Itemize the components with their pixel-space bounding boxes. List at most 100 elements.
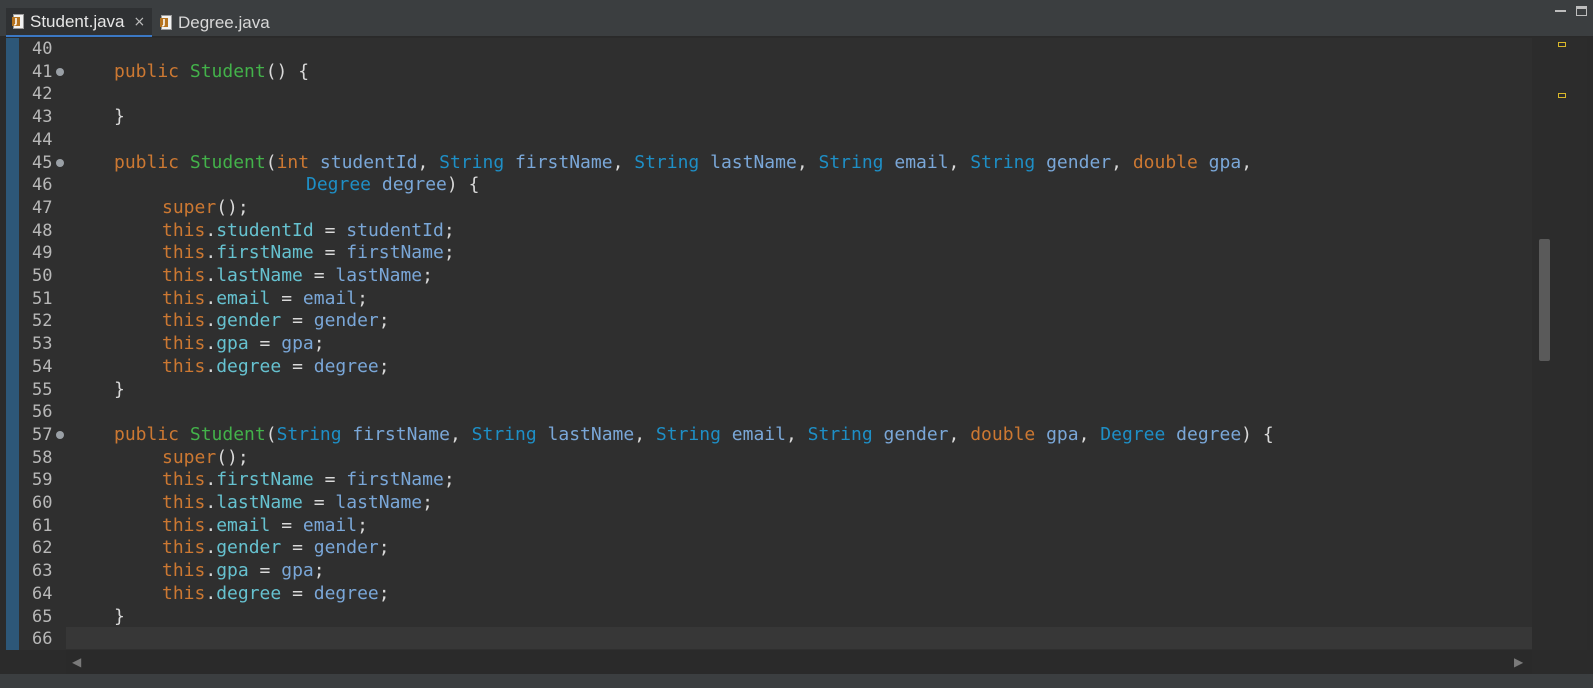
code-token: firstName [346, 469, 444, 491]
code-token: this [162, 355, 206, 377]
code-line[interactable]: 42 [19, 83, 1531, 105]
fold-toggle-icon[interactable] [56, 430, 64, 439]
code-token: this [162, 560, 206, 582]
code-content: } [114, 379, 125, 401]
tab-label: Student.java [30, 11, 125, 31]
code-line[interactable]: 62 this.gender = gender; [19, 537, 1531, 559]
code-line[interactable]: 55} [19, 379, 1531, 401]
code-token: lastName [216, 265, 303, 286]
maximize-icon[interactable] [1576, 6, 1587, 16]
code-line[interactable]: 46 Degree degree) { [19, 174, 1531, 196]
code-token: Student [189, 60, 266, 82]
code-token: studentId [346, 219, 444, 241]
occurrence-marker[interactable] [1558, 42, 1566, 47]
code-token: , [1241, 151, 1253, 173]
scroll-right-icon[interactable]: ▶ [1514, 655, 1523, 669]
code-line[interactable]: 50 this.lastName = lastName; [19, 265, 1531, 287]
code-content: this.lastName = lastName; [162, 492, 433, 514]
code-line[interactable]: 56 [19, 401, 1531, 423]
code-line[interactable]: 43} [19, 106, 1531, 128]
code-line[interactable]: 48 this.studentId = studentId; [19, 220, 1531, 242]
code-token: String [634, 151, 711, 173]
code-token: public [114, 423, 190, 445]
code-token: = [302, 492, 336, 513]
tab-degree-java[interactable]: J Degree.java [154, 8, 274, 37]
code-content: } [114, 606, 125, 628]
code-token: ) { [446, 174, 480, 196]
code-token: , [796, 151, 819, 173]
code-token: this [162, 242, 206, 264]
code-line[interactable]: 40 [19, 38, 1531, 60]
code-token: , [948, 423, 971, 445]
code-token: String [970, 151, 1047, 173]
code-line[interactable]: 47 super(); [19, 197, 1531, 219]
code-token: = [281, 537, 314, 559]
code-token: gpa [281, 333, 314, 355]
tab-student-java[interactable]: J Student.java × [6, 8, 152, 37]
code-token: String [439, 151, 516, 173]
code-line[interactable]: 66 [19, 628, 1531, 650]
code-token: Student [189, 423, 266, 445]
code-token: ; [422, 492, 433, 513]
code-token: ; [443, 242, 455, 264]
code-token: String [655, 423, 732, 445]
occurrence-marker[interactable] [1558, 93, 1566, 98]
code-token: Degree [306, 174, 382, 196]
code-line[interactable]: 41 public Student() { [19, 61, 1531, 83]
code-token: (); [216, 196, 249, 218]
vertical-scroll-thumb[interactable] [1539, 239, 1550, 361]
tab-label: Degree.java [178, 12, 270, 32]
code-line[interactable]: 59 this.firstName = firstName; [19, 469, 1531, 491]
code-line[interactable]: 51 this.email = email; [19, 288, 1531, 310]
horizontal-scrollbar[interactable] [66, 650, 1532, 674]
code-token: ) { [1241, 423, 1274, 445]
code-line[interactable]: 45 public Student(int studentId, String f… [19, 152, 1531, 174]
scroll-left-icon[interactable]: ◀ [72, 655, 81, 669]
line-number: 43 [32, 107, 53, 128]
code-token: gpa [1046, 423, 1079, 445]
code-token: . [205, 219, 217, 241]
code-line[interactable]: 61 this.email = email; [19, 515, 1531, 537]
code-content: this.gpa = gpa; [162, 333, 325, 355]
fold-toggle-icon[interactable] [56, 158, 64, 167]
code-token: . [205, 287, 217, 309]
code-token: degree [216, 582, 282, 604]
code-token: ; [443, 469, 455, 491]
code-line[interactable]: 54 this.degree = degree; [19, 356, 1531, 378]
code-content: Degree degree) { [306, 174, 479, 196]
code-content: this.degree = degree; [162, 356, 390, 378]
code-line[interactable]: 58 super(); [19, 447, 1531, 469]
code-content: } [114, 106, 125, 128]
minimize-icon[interactable] [1555, 6, 1566, 12]
code-line[interactable]: 44 [19, 129, 1531, 151]
code-token: . [205, 492, 217, 513]
code-line[interactable]: 49 this.firstName = firstName; [19, 242, 1531, 264]
code-token: gender [313, 310, 379, 332]
fold-toggle-icon[interactable] [56, 67, 64, 76]
code-token: = [281, 355, 314, 377]
code-token: . [205, 265, 217, 286]
code-line[interactable]: 53 this.gpa = gpa; [19, 333, 1531, 355]
code-line[interactable]: 52 this.gender = gender; [19, 310, 1531, 332]
close-icon[interactable]: × [134, 14, 146, 30]
code-token: email [302, 514, 358, 536]
code-token: studentId [319, 151, 418, 173]
code-token: ( [265, 423, 277, 445]
code-line[interactable]: 63 this.gpa = gpa; [19, 560, 1531, 582]
code-token: String [818, 151, 895, 173]
line-number: 58 [32, 447, 53, 468]
code-token: , [417, 151, 440, 173]
code-line[interactable]: 64 this.degree = degree; [19, 583, 1531, 605]
line-number: 51 [32, 288, 53, 309]
code-token: firstName [352, 423, 450, 445]
code-token: = [313, 469, 347, 491]
line-number: 54 [32, 356, 53, 377]
code-line[interactable]: 57 public Student(String firstName, Strin… [19, 424, 1531, 446]
code-line[interactable]: 65} [19, 606, 1531, 628]
code-token: . [205, 514, 217, 536]
line-number: 61 [32, 515, 53, 536]
code-line[interactable]: 60 this.lastName = lastName; [19, 492, 1531, 514]
code-token: ; [357, 514, 368, 536]
line-number: 49 [32, 243, 53, 264]
code-content: super(); [162, 197, 249, 219]
